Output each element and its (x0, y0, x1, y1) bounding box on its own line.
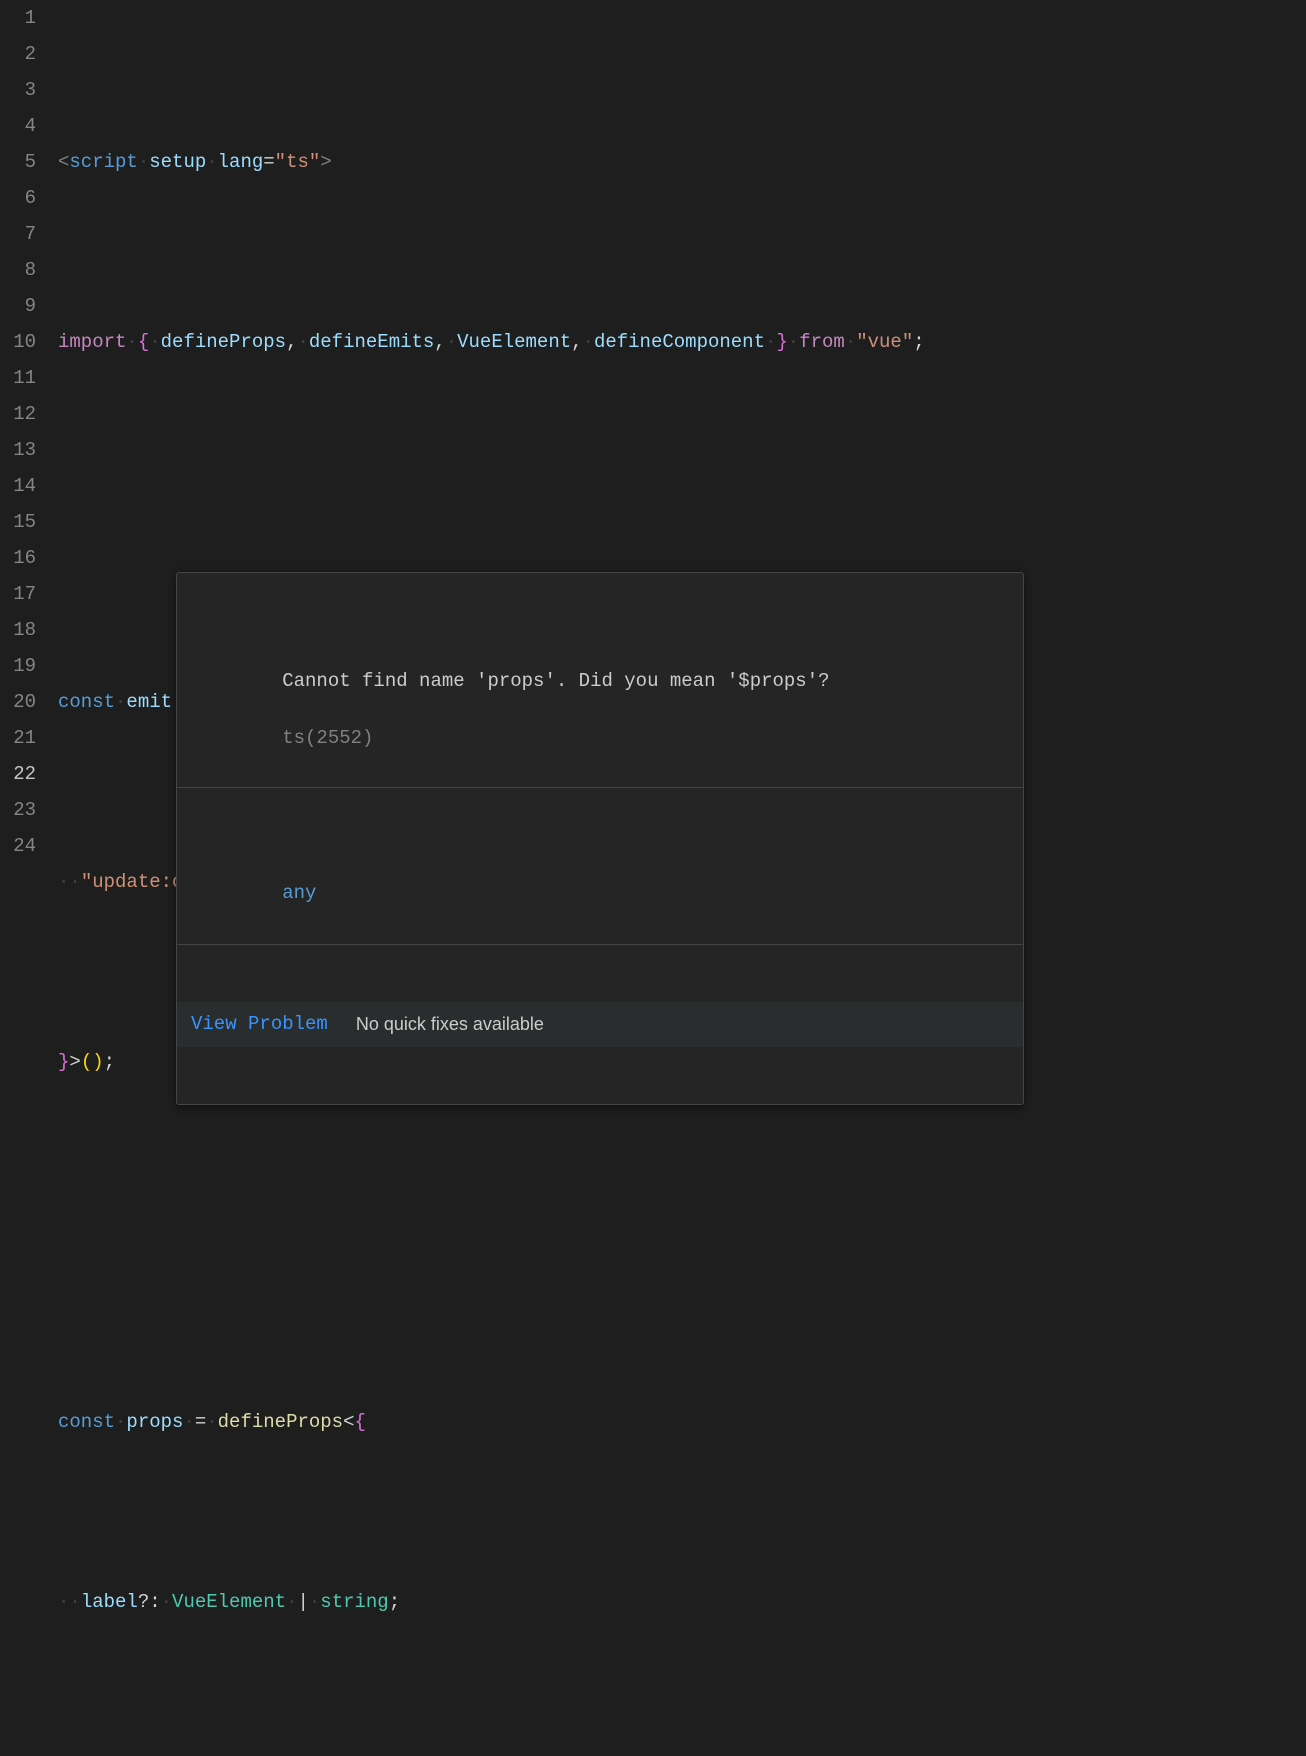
line-number: 24 (0, 828, 36, 864)
diagnostic-message: Cannot find name 'props'. Did you mean '… (282, 670, 829, 692)
code-line[interactable]: import·{·defineProps,·defineEmits,·VueEl… (58, 324, 1306, 360)
line-number: 6 (0, 180, 36, 216)
diagnostic-type-row: any (177, 845, 1023, 946)
line-number: 19 (0, 648, 36, 684)
line-number: 1 (0, 0, 36, 36)
code-line[interactable]: <script·setup·lang="ts"> (58, 144, 1306, 180)
line-number: 17 (0, 576, 36, 612)
diagnostic-error-code: ts(2552) (282, 727, 373, 749)
line-number: 23 (0, 792, 36, 828)
code-area[interactable]: <script·setup·lang="ts"> import·{·define… (58, 0, 1306, 878)
view-problem-link[interactable]: View Problem (191, 1010, 328, 1039)
code-line[interactable] (58, 1224, 1306, 1260)
code-editor: 123456789101112131415161718192021222324 … (0, 0, 1306, 878)
line-number: 8 (0, 252, 36, 288)
code-line[interactable]: ··label?:·VueElement·|·string; (58, 1584, 1306, 1620)
line-number: 13 (0, 432, 36, 468)
code-line[interactable] (58, 504, 1306, 540)
line-number: 20 (0, 684, 36, 720)
line-number: 12 (0, 396, 36, 432)
line-number: 3 (0, 72, 36, 108)
line-number: 4 (0, 108, 36, 144)
line-number: 21 (0, 720, 36, 756)
diagnostic-hover-tooltip: Cannot find name 'props'. Did you mean '… (176, 572, 1024, 1105)
line-number: 5 (0, 144, 36, 180)
line-number: 15 (0, 504, 36, 540)
line-number: 16 (0, 540, 36, 576)
diagnostic-actions-row: View Problem No quick fixes available (177, 1002, 1023, 1047)
line-number: 22 (0, 756, 36, 792)
line-number-gutter: 123456789101112131415161718192021222324 (0, 0, 58, 878)
line-number: 14 (0, 468, 36, 504)
diagnostic-type-info: any (282, 882, 316, 904)
quick-fix-status: No quick fixes available (356, 1011, 544, 1038)
code-line[interactable]: const·props·=·defineProps<{ (58, 1404, 1306, 1440)
line-number: 10 (0, 324, 36, 360)
line-number: 11 (0, 360, 36, 396)
line-number: 9 (0, 288, 36, 324)
diagnostic-message-row: Cannot find name 'props'. Did you mean '… (177, 630, 1023, 788)
line-number: 7 (0, 216, 36, 252)
line-number: 2 (0, 36, 36, 72)
line-number: 18 (0, 612, 36, 648)
